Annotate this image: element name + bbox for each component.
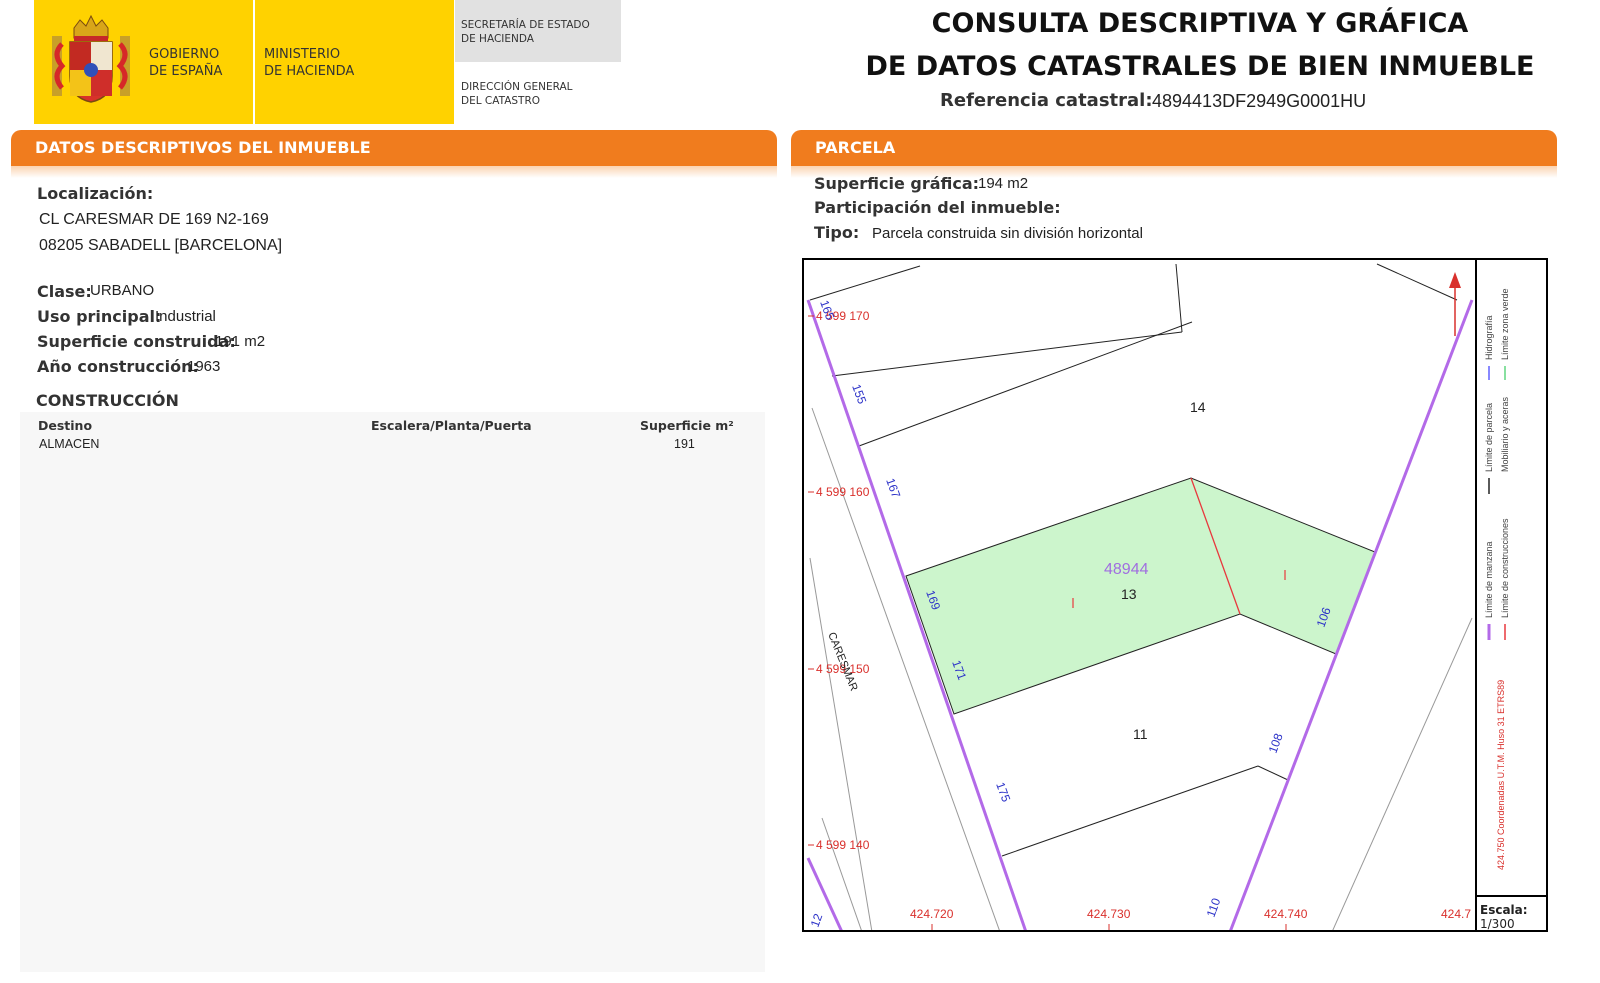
descriptivos-bar-fade: [11, 166, 777, 178]
clase-label: Clase:: [37, 282, 92, 301]
anio-value: 1963: [187, 358, 221, 375]
localizacion-label: Localización:: [37, 184, 154, 203]
street-number-175: 175: [993, 780, 1013, 804]
legend-limite-construcciones: Límite de construcciones: [1500, 518, 1510, 618]
parcel-number-11: 11: [1133, 726, 1148, 742]
address-line2: 08205 SABADELL [BARCELONA]: [39, 237, 283, 254]
legend-mobiliario: Mobiliario y aceras: [1500, 396, 1510, 472]
parcel-number-13: 13: [1121, 586, 1137, 602]
title-line2: DE DATOS CATASTRALES DE BIEN INMUEBLE: [865, 51, 1535, 82]
street-number-155: 155: [849, 382, 869, 406]
cadastral-map-drawing: 4 599 170 4 599 160 4 599 150 4 599 140 …: [806, 263, 1548, 931]
parcel-id-label: 48944: [1104, 561, 1149, 578]
address-line1: CL CARESMAR DE 169 N2-169: [39, 211, 269, 228]
parcela-section-bar: PARCELA: [791, 130, 1557, 166]
street-number-12: 12: [808, 911, 826, 929]
banner-divider: [253, 0, 255, 124]
easting-label-720: 424.720: [910, 907, 954, 921]
street-number-167: 167: [883, 476, 903, 500]
referencia-value: 4894413DF2949G0001HU: [1152, 91, 1367, 111]
superficie-construida-value: 191 m2: [215, 333, 266, 350]
title-line1: CONSULTA DESCRIPTIVA Y GRÁFICA: [931, 8, 1469, 39]
table-cell-destino: ALMACEN: [39, 437, 100, 451]
construccion-title: CONSTRUCCIÓN: [36, 391, 179, 410]
clase-value: URBANO: [90, 282, 155, 299]
legend-coordenadas: 424.750 Coordenadas U.T.M. Huso 31 ETRS8…: [1496, 680, 1506, 870]
table-cell-superficie: 191: [674, 437, 695, 451]
construccion-table: [20, 412, 765, 972]
secretaria-line1: SECRETARÍA DE ESTADO: [461, 19, 590, 31]
tipo-label: Tipo:: [814, 223, 860, 242]
referencia-label: Referencia catastral:: [940, 90, 1153, 111]
ministerio-line1: MINISTERIO: [264, 47, 341, 62]
gobierno-line2: DE ESPAÑA: [149, 64, 223, 79]
gobierno-line1: GOBIERNO: [149, 47, 220, 62]
table-header-escalera: Escalera/Planta/Puerta: [371, 418, 532, 433]
legend-hidrografia: Hidrografía: [1484, 315, 1494, 360]
north-arrow-icon: [1449, 272, 1461, 336]
legend-limite-parcela: Límite de parcela: [1484, 403, 1494, 472]
ministerio-line2: DE HACIENDA: [264, 64, 355, 79]
northing-label-160: 4 599 160: [816, 485, 870, 499]
easting-label-750: 424.7: [1441, 907, 1471, 921]
table-header-destino: Destino: [38, 418, 93, 433]
secretaria-text: SECRETARÍA DE ESTADO DE HACIENDA: [461, 18, 590, 46]
anio-label: Año construcción:: [37, 357, 199, 376]
street-number-108: 108: [1266, 731, 1286, 755]
tipo-value: Parcela construida sin división horizont…: [872, 225, 1143, 242]
uso-value: Industrial: [155, 308, 216, 325]
document-title: CONSULTA DESCRIPTIVA Y GRÁFICA DE DATOS …: [860, 2, 1540, 88]
parcel-number-14: 14: [1190, 399, 1206, 415]
legend-limite-manzana: Límite de manzana: [1484, 541, 1494, 618]
superficie-grafica-label: Superficie gráfica:: [814, 174, 980, 193]
superficie-construida-label: Superficie construida:: [37, 332, 236, 351]
escala-value: 1/300: [1480, 917, 1515, 931]
table-header-superficie: Superficie m²: [640, 418, 734, 433]
ministerio-text: MINISTERIO DE HACIENDA: [264, 46, 354, 80]
northing-label-140: 4 599 140: [816, 838, 870, 852]
direccion-text: DIRECCIÓN GENERAL DEL CATASTRO: [461, 80, 573, 108]
participacion-label: Participación del inmueble:: [814, 198, 1061, 217]
uso-label: Uso principal:: [37, 307, 162, 326]
direccion-line2: DEL CATASTRO: [461, 95, 541, 107]
direccion-line1: DIRECCIÓN GENERAL: [461, 81, 573, 93]
coat-of-arms-icon: [52, 14, 130, 103]
easting-label-740: 424.740: [1264, 907, 1308, 921]
street-number-110: 110: [1204, 896, 1224, 919]
legend-zona-verde: Límite zona verde: [1500, 288, 1510, 360]
gobierno-text: GOBIERNO DE ESPAÑA: [149, 46, 222, 80]
escala-label: Escala:: [1480, 903, 1528, 917]
secretaria-line2: DE HACIENDA: [461, 33, 534, 45]
easting-label-730: 424.730: [1087, 907, 1131, 921]
superficie-grafica-value: 194 m2: [978, 175, 1029, 192]
descriptivos-section-bar: DATOS DESCRIPTIVOS DEL INMUEBLE: [11, 130, 777, 166]
parcel-48944-shape: [905, 477, 1376, 715]
